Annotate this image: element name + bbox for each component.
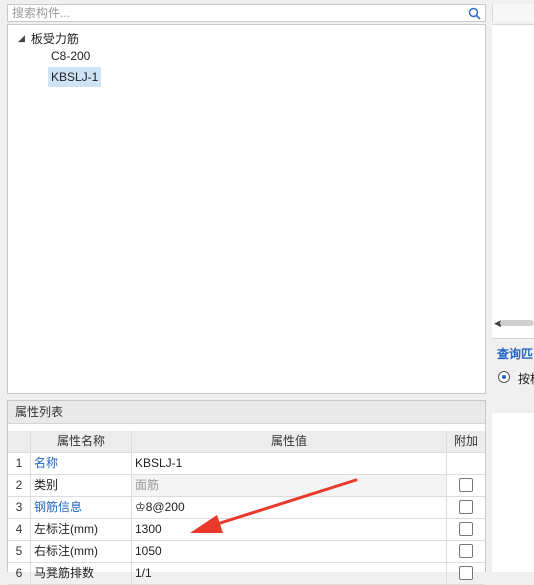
extra-cell — [447, 453, 485, 474]
extra-checkbox[interactable] — [459, 566, 473, 580]
extra-checkbox[interactable] — [459, 500, 473, 514]
extra-checkbox[interactable] — [459, 544, 473, 558]
property-value: 面筋 — [132, 475, 447, 496]
extra-cell — [447, 497, 485, 518]
extra-cell — [447, 541, 485, 562]
tree-node-root[interactable]: ◢ 板受力筋 — [18, 29, 79, 47]
right-panel-toolbar — [492, 0, 534, 25]
property-name[interactable]: 名称 — [31, 453, 132, 474]
property-value[interactable]: 1300 — [132, 519, 447, 540]
row-number: 3 — [8, 497, 31, 518]
tree-node-kbslj-1[interactable]: KBSLJ-1 — [48, 67, 102, 87]
horizontal-scrollbar[interactable] — [500, 320, 534, 326]
property-value[interactable]: 1050 — [132, 541, 447, 562]
search-input[interactable] — [10, 5, 464, 21]
row-number: 5 — [8, 541, 31, 562]
left-panel: ◢ 板受力筋 C8-200 KBSLJ-1 属性列表 属性名称 属性值 附加 1… — [0, 0, 492, 585]
search-icon[interactable] — [468, 7, 481, 20]
property-value[interactable]: KBSLJ-1 — [132, 453, 447, 474]
right-panel-tab[interactable] — [492, 4, 534, 22]
table-row[interactable]: 2 类别 面筋 — [8, 475, 485, 497]
header-value: 属性值 — [132, 431, 447, 452]
extra-checkbox[interactable] — [459, 522, 473, 536]
by-component-radio[interactable] — [498, 371, 510, 383]
tree-node-c8-200[interactable]: C8-200 — [48, 46, 93, 66]
property-grid: 属性名称 属性值 附加 1 名称 KBSLJ-1 2 类别 面筋 3 钢筋信息 … — [8, 431, 485, 585]
extra-cell — [447, 563, 485, 584]
extra-cell — [447, 475, 485, 496]
right-panel: ◀ 查询匹 按构 — [492, 0, 534, 572]
property-name[interactable]: 钢筋信息 — [31, 497, 132, 518]
table-row[interactable]: 6 马凳筋排数 1/1 — [8, 563, 485, 585]
property-name: 类别 — [31, 475, 132, 496]
component-tree: ◢ 板受力筋 C8-200 KBSLJ-1 — [7, 24, 486, 394]
table-row[interactable]: 3 钢筋信息 ♔8@200 — [8, 497, 485, 519]
property-name: 左标注(mm) — [31, 519, 132, 540]
property-name: 马凳筋排数 — [31, 563, 132, 584]
property-value[interactable]: 1/1 — [132, 563, 447, 584]
row-number: 2 — [8, 475, 31, 496]
header-extra: 附加 — [447, 431, 485, 452]
row-number: 6 — [8, 563, 31, 584]
extra-cell — [447, 519, 485, 540]
extra-checkbox[interactable] — [459, 478, 473, 492]
property-panel: 属性列表 属性名称 属性值 附加 1 名称 KBSLJ-1 2 类别 面筋 3 … — [7, 400, 486, 585]
property-name: 右标注(mm) — [31, 541, 132, 562]
header-index-cell — [8, 431, 31, 452]
table-row[interactable]: 4 左标注(mm) 1300 — [8, 519, 485, 541]
property-panel-title: 属性列表 — [8, 401, 485, 424]
table-row[interactable]: 5 右标注(mm) 1050 — [8, 541, 485, 563]
query-match-label: 查询匹 — [497, 347, 534, 361]
collapse-triangle-icon[interactable]: ◢ — [18, 33, 25, 44]
search-box — [7, 4, 486, 22]
property-value[interactable]: ♔8@200 — [132, 497, 447, 518]
row-number: 4 — [8, 519, 31, 540]
row-number: 1 — [8, 453, 31, 474]
table-row[interactable]: 1 名称 KBSLJ-1 — [8, 453, 485, 475]
property-grid-header: 属性名称 属性值 附加 — [8, 431, 485, 453]
tree-node-root-label: 板受力筋 — [30, 31, 79, 46]
by-component-radio-label: 按构 — [518, 372, 534, 386]
header-name: 属性名称 — [31, 431, 132, 452]
